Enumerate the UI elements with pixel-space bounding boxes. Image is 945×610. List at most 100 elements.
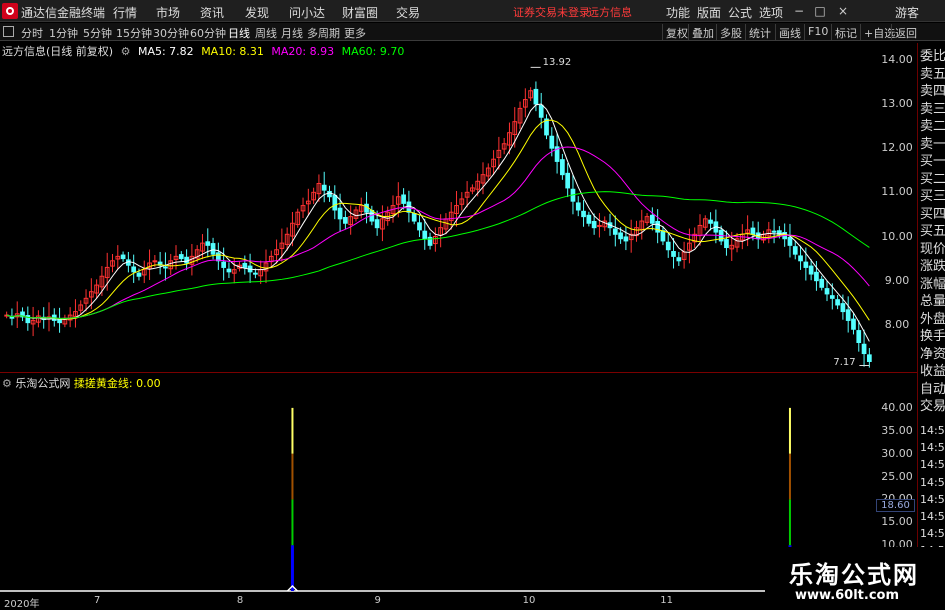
candle	[644, 213, 650, 226]
candle	[311, 187, 316, 205]
candle	[348, 205, 354, 235]
tab-more[interactable]: 更多	[344, 25, 366, 41]
candle	[639, 209, 645, 240]
candle	[4, 311, 9, 319]
candle	[184, 249, 189, 271]
btn-mark[interactable]: 标记	[831, 24, 860, 40]
tab-weekly[interactable]: 周线	[255, 25, 277, 41]
close-icon[interactable]: ×	[835, 3, 851, 19]
candle	[247, 253, 253, 283]
menu-options[interactable]: 选项	[759, 4, 783, 21]
date-tick: 2020年	[4, 599, 40, 610]
candle	[861, 329, 867, 367]
tab-15min[interactable]: 15分钟	[116, 25, 152, 41]
btn-draw[interactable]: 画线	[775, 24, 804, 40]
quote-label: 买四	[920, 206, 945, 222]
indicator-chart[interactable]	[0, 373, 875, 595]
panel-toggle-icon[interactable]	[3, 26, 14, 37]
tab-1min[interactable]: 1分钟	[49, 25, 78, 41]
candle	[157, 251, 163, 275]
btn-back[interactable]: 返回	[891, 24, 920, 40]
candle	[120, 251, 126, 262]
candle	[655, 209, 660, 244]
candle	[263, 249, 269, 284]
candle	[485, 163, 491, 181]
candle	[692, 227, 698, 248]
menu-formula[interactable]: 公式	[728, 4, 752, 21]
btn-overlay[interactable]: 叠加	[688, 24, 717, 40]
candle	[612, 215, 618, 247]
time-entry: 14:56	[920, 424, 945, 437]
quote-label: 收益	[920, 364, 945, 379]
menu-news[interactable]: 资讯	[200, 4, 224, 21]
menu-trade[interactable]: 交易	[396, 4, 420, 21]
login-warning[interactable]: 证券交易未登录	[513, 4, 590, 20]
candle	[597, 213, 602, 238]
candle	[565, 163, 571, 198]
candle	[702, 215, 708, 231]
btn-multi-stock[interactable]: 多股	[716, 24, 745, 40]
low-label: 7.17	[833, 357, 856, 369]
menu-market[interactable]: 行情	[113, 4, 137, 21]
candle	[36, 310, 41, 328]
price-tick: 11.00	[881, 185, 913, 199]
candle	[353, 206, 359, 222]
quote-label: 买二	[920, 171, 945, 187]
tab-multi[interactable]: 多周期	[307, 25, 340, 41]
candle	[787, 223, 793, 258]
btn-stats[interactable]: 统计	[745, 24, 774, 40]
candle	[835, 295, 840, 310]
date-tick: 10	[522, 595, 536, 606]
tab-5min[interactable]: 5分钟	[83, 25, 112, 41]
candle	[327, 185, 332, 202]
quote-label: 卖五	[920, 66, 945, 82]
tab-monthly[interactable]: 月线	[281, 25, 303, 41]
candle	[628, 219, 634, 253]
time-entry: 14:56	[920, 475, 945, 489]
candle	[30, 306, 36, 337]
btn-f10[interactable]: F10	[804, 24, 831, 40]
candle	[433, 227, 438, 252]
candle	[745, 215, 750, 247]
indicator-tick: 25.00	[881, 469, 913, 483]
candle	[687, 228, 692, 264]
candle	[205, 228, 211, 258]
candle	[660, 226, 666, 246]
candle	[766, 221, 772, 244]
candle	[115, 245, 121, 270]
menu-functions[interactable]: 功能	[666, 4, 690, 21]
candle	[824, 280, 830, 302]
menu-ask[interactable]: 问小达	[289, 4, 325, 21]
tab-daily[interactable]: 日线	[228, 25, 250, 41]
ma5-line	[6, 103, 870, 342]
btn-adjust[interactable]: 复权	[662, 24, 691, 40]
tab-30min[interactable]: 30分钟	[153, 25, 189, 41]
price-tick: 12.00	[881, 141, 913, 155]
quote-label: 买一	[920, 154, 945, 169]
candle	[575, 196, 581, 217]
tab-60min[interactable]: 60分钟	[190, 25, 226, 41]
maximize-icon[interactable]: □	[812, 3, 828, 19]
candle	[734, 232, 740, 253]
menu-exchange[interactable]: 市场	[156, 4, 180, 21]
candle	[681, 241, 687, 269]
candle	[46, 302, 52, 332]
guest-button[interactable]: 游客	[895, 4, 919, 21]
candle	[258, 260, 264, 284]
candle	[554, 133, 560, 174]
tab-intraday[interactable]: 分时	[21, 25, 43, 41]
quote-panel: 委比 卖五 卖四 卖三 卖二 卖一 买一 买二 买三 买四 买五 现价 涨跌 涨幅 总量 外盘 换手 净资 收益 自动…	[917, 43, 945, 609]
candle	[470, 184, 475, 195]
menu-discover[interactable]: 发现	[245, 4, 269, 21]
watermark-name: 乐淘公式网	[789, 561, 919, 589]
menu-layout[interactable]: 版面	[697, 4, 721, 21]
menu-community[interactable]: 财富圈	[342, 4, 378, 21]
quote-label: 委比	[920, 49, 945, 64]
candle	[300, 197, 306, 219]
minimize-icon[interactable]: −	[791, 3, 807, 19]
quote-label: 买五	[920, 224, 945, 239]
candlestick-chart[interactable]	[0, 43, 875, 372]
candle	[417, 214, 422, 238]
candle	[200, 234, 205, 260]
stock-link[interactable]: 远方信息	[588, 4, 632, 20]
